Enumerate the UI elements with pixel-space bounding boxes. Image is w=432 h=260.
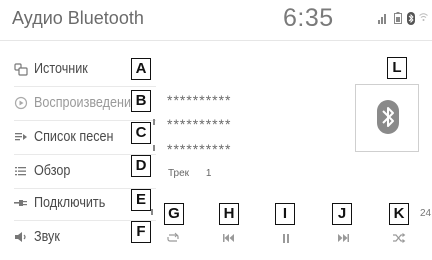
connect-icon <box>14 200 27 206</box>
source-icon <box>14 63 28 76</box>
callout-j: J <box>332 203 352 225</box>
album-name: ********** <box>167 116 232 132</box>
browse-list-icon <box>15 167 26 176</box>
marker <box>153 119 155 125</box>
play-circle-icon <box>14 96 28 110</box>
track-label: Трек <box>168 168 190 179</box>
speaker-icon <box>15 232 26 242</box>
artist-name: ********** <box>167 141 232 157</box>
clock: 6:35 <box>283 4 334 32</box>
sidebar-item-label: Звук <box>34 228 60 245</box>
callout-d: D <box>131 155 151 177</box>
callout-c: C <box>131 122 151 144</box>
callout-e: E <box>131 189 151 211</box>
screen-title: Аудио Bluetooth <box>12 8 144 28</box>
battery-icon <box>394 12 402 24</box>
pause-icon <box>283 234 289 243</box>
sidebar-item-label: Обзор <box>34 162 71 179</box>
callout-l: L <box>387 57 407 79</box>
signal-icon <box>378 14 386 24</box>
callout-b: B <box>131 90 151 112</box>
previous-track-button[interactable] <box>214 228 244 248</box>
repeat-icon <box>167 232 179 242</box>
shuffle-icon <box>393 233 406 243</box>
callout-f: F <box>131 221 151 243</box>
pause-button[interactable] <box>271 228 301 248</box>
sidebar-item-label: Источник <box>34 60 88 77</box>
repeat-button[interactable] <box>158 228 188 248</box>
marker <box>151 209 153 215</box>
status-icons <box>372 12 428 28</box>
playback-time: 24 <box>420 208 432 219</box>
track-info: Трек 1 <box>168 168 211 179</box>
previous-track-icon <box>223 234 234 242</box>
marker <box>153 145 155 151</box>
sidebar-item-label: Подключить <box>34 194 106 211</box>
callout-a: A <box>131 58 151 80</box>
track-title: ********** <box>167 92 232 108</box>
track-number: 1 <box>205 168 212 179</box>
album-art <box>355 84 419 152</box>
shuffle-button[interactable] <box>384 228 414 248</box>
callout-k: K <box>389 203 409 225</box>
sidebar-item-label: Воспроизведение <box>34 94 139 111</box>
next-track-button[interactable] <box>328 228 358 248</box>
callout-i: I <box>275 203 295 225</box>
next-track-icon <box>338 234 349 242</box>
bluetooth-status-icon <box>407 12 415 25</box>
divider <box>14 120 156 121</box>
callout-h: H <box>219 203 239 225</box>
bluetooth-audio-screen: Аудио Bluetooth 6:35 Источник Воспроизве… <box>0 0 432 260</box>
sidebar-item-label: Список песен <box>34 128 114 145</box>
bluetooth-logo-icon <box>377 100 399 134</box>
divider <box>14 86 156 87</box>
playlist-icon <box>15 133 27 141</box>
wifi-icon <box>419 13 428 21</box>
header-bar: Аудио Bluetooth 6:35 <box>0 0 432 41</box>
callout-g: G <box>164 203 184 225</box>
